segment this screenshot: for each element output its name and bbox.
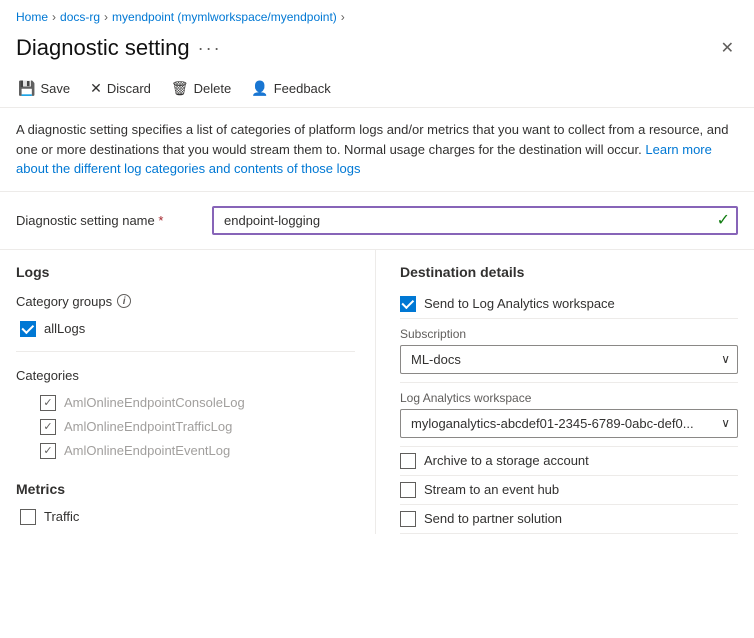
delete-icon: 🗑 <box>171 80 189 97</box>
setting-name-label: Diagnostic setting name * <box>16 213 196 228</box>
subscription-select[interactable]: ML-docs <box>400 345 738 374</box>
category-allLogs-row: allLogs <box>20 317 355 341</box>
toolbar: 💾 Save ✕ Discard 🗑 Delete 👤 Feedback <box>0 70 754 108</box>
event-hub-checkbox[interactable] <box>400 482 416 498</box>
category-groups-title: Category groups i <box>16 288 355 317</box>
workspace-select[interactable]: myloganalytics-abcdef01-2345-6789-0abc-d… <box>400 409 738 438</box>
allLogs-checkbox[interactable] <box>20 321 36 337</box>
divider-1 <box>16 351 355 352</box>
discard-icon: ✕ <box>90 80 102 97</box>
page-title: Diagnostic setting <box>16 35 190 61</box>
event-label: AmlOnlineEndpointEventLog <box>64 443 230 458</box>
description: A diagnostic setting specifies a list of… <box>0 108 754 192</box>
delete-button[interactable]: 🗑 Delete <box>169 76 233 101</box>
required-star: * <box>158 213 163 228</box>
console-checkbox[interactable] <box>40 395 56 411</box>
category-traffic-row: AmlOnlineEndpointTrafficLog <box>40 415 355 439</box>
breadcrumb-myendpoint[interactable]: myendpoint (mymlworkspace/myendpoint) <box>112 10 337 24</box>
console-label: AmlOnlineEndpointConsoleLog <box>64 395 245 410</box>
setting-name-row: Diagnostic setting name * ✓ <box>0 192 754 250</box>
event-checkbox[interactable] <box>40 443 56 459</box>
subscription-select-wrapper: ML-docs ∨ <box>400 345 738 374</box>
valid-check-icon: ✓ <box>717 210 730 230</box>
category-event-row: AmlOnlineEndpointEventLog <box>40 439 355 463</box>
setting-name-input-wrapper: ✓ <box>212 206 738 235</box>
breadcrumb-home[interactable]: Home <box>16 10 48 24</box>
event-hub-row: Stream to an event hub <box>400 476 738 505</box>
breadcrumb: Home › docs-rg › myendpoint (mymlworkspa… <box>0 0 754 30</box>
category-groups: Category groups i allLogs <box>16 288 355 341</box>
traffic-log-label: AmlOnlineEndpointTrafficLog <box>64 419 232 434</box>
metrics-section-title: Metrics <box>16 467 355 505</box>
workspace-select-wrapper: myloganalytics-abcdef01-2345-6789-0abc-d… <box>400 409 738 438</box>
storage-label: Archive to a storage account <box>424 453 589 468</box>
main-content: Logs Category groups i allLogs Categorie… <box>0 250 754 534</box>
save-button[interactable]: 💾 Save <box>16 76 72 101</box>
metric-traffic-checkbox[interactable] <box>20 509 36 525</box>
feedback-button[interactable]: 👤 Feedback <box>249 76 333 101</box>
info-icon[interactable]: i <box>117 294 131 308</box>
categories-section: Categories AmlOnlineEndpointConsoleLog A… <box>16 362 355 463</box>
close-button[interactable]: ✕ <box>717 34 738 62</box>
event-hub-label: Stream to an event hub <box>424 482 559 497</box>
left-column: Logs Category groups i allLogs Categorie… <box>16 250 376 534</box>
metrics-section: Metrics Traffic <box>16 463 355 529</box>
partner-label: Send to partner solution <box>424 511 562 526</box>
subscription-dropdown-wrapper: Subscription ML-docs ∨ <box>400 319 738 383</box>
breadcrumb-docs-rg[interactable]: docs-rg <box>60 10 100 24</box>
log-analytics-row: Send to Log Analytics workspace <box>400 290 738 319</box>
categories-title: Categories <box>16 362 355 391</box>
subscription-label: Subscription <box>400 327 738 341</box>
category-console-row: AmlOnlineEndpointConsoleLog <box>40 391 355 415</box>
log-analytics-checkbox[interactable] <box>400 296 416 312</box>
workspace-label: Log Analytics workspace <box>400 391 738 405</box>
more-options-button[interactable]: ··· <box>198 39 222 57</box>
discard-button[interactable]: ✕ Discard <box>88 76 153 101</box>
setting-name-input[interactable] <box>212 206 738 235</box>
allLogs-label: allLogs <box>44 321 85 336</box>
partner-row: Send to partner solution <box>400 505 738 534</box>
metric-traffic-label: Traffic <box>44 509 79 524</box>
storage-checkbox[interactable] <box>400 453 416 469</box>
destination-section-title: Destination details <box>400 250 738 290</box>
feedback-icon: 👤 <box>251 80 268 97</box>
traffic-log-checkbox[interactable] <box>40 419 56 435</box>
partner-checkbox[interactable] <box>400 511 416 527</box>
log-analytics-label: Send to Log Analytics workspace <box>424 296 615 311</box>
workspace-dropdown-wrapper: Log Analytics workspace myloganalytics-a… <box>400 383 738 447</box>
logs-section-title: Logs <box>16 250 355 288</box>
save-icon: 💾 <box>18 80 35 97</box>
storage-row: Archive to a storage account <box>400 447 738 476</box>
right-column: Destination details Send to Log Analytic… <box>376 250 738 534</box>
page-header: Diagnostic setting ··· ✕ <box>0 30 754 70</box>
metric-traffic-row: Traffic <box>20 505 355 529</box>
